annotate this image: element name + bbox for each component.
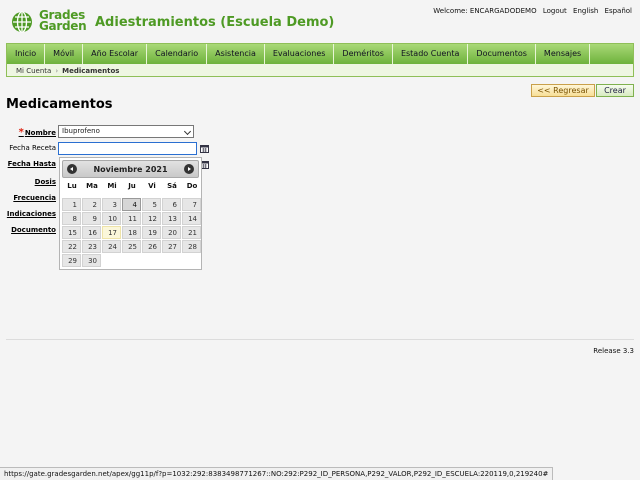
indicaciones-label[interactable]: Indicaciones	[7, 210, 56, 218]
weekday-header: Mi	[107, 182, 117, 190]
datepicker-day[interactable]: 30	[82, 254, 101, 267]
weekday-header: Lu	[67, 182, 77, 190]
back-button[interactable]: << Regresar	[531, 84, 595, 97]
release-label: Release 3.3	[593, 347, 634, 355]
datepicker-day[interactable]: 3	[102, 198, 121, 211]
datepicker-day[interactable]: 8	[62, 212, 81, 225]
datepicker-day[interactable]: 9	[82, 212, 101, 225]
datepicker-day[interactable]: 25	[122, 240, 141, 253]
datepicker-day[interactable]: 4	[122, 198, 141, 211]
weekday-header: Sá	[167, 182, 177, 190]
nav-tab-evaluaciones[interactable]: Evaluaciones	[265, 44, 335, 64]
datepicker-day[interactable]: 18	[122, 226, 141, 239]
logo-icon	[12, 11, 32, 33]
datepicker-day[interactable]: 26	[142, 240, 161, 253]
calendar-icon[interactable]	[200, 144, 209, 153]
frecuencia-label[interactable]: Frecuencia	[13, 194, 56, 202]
datepicker-day[interactable]: 2	[82, 198, 101, 211]
nombre-select[interactable]: Ibuprofeno	[58, 125, 194, 138]
datepicker-day[interactable]: 15	[62, 226, 81, 239]
datepicker-day[interactable]: 17	[102, 226, 121, 239]
datepicker-day[interactable]: 22	[62, 240, 81, 253]
breadcrumb-parent[interactable]: Mi Cuenta	[16, 67, 51, 75]
datepicker-day[interactable]: 19	[142, 226, 161, 239]
datepicker-days: 1 2 3 4 5 6 7 8 9 10 11 12 13 14 15 16 17 18 19 20 21 22 23 24 2…	[62, 198, 202, 268]
nombre-label-text: Nombre	[24, 129, 56, 137]
datepicker-header: Noviembre 2021	[62, 160, 199, 178]
weekday-header: Ju	[128, 182, 136, 190]
datepicker-day[interactable]: 24	[102, 240, 121, 253]
fecha-hasta-label[interactable]: Fecha Hasta	[8, 160, 56, 168]
fecha-receta-label: Fecha Receta	[9, 144, 56, 152]
nav-tab-estado-cuenta[interactable]: Estado Cuenta	[393, 44, 469, 64]
required-mark: *	[18, 127, 24, 138]
english-link[interactable]: English	[573, 7, 598, 15]
datepicker-day[interactable]: 10	[102, 212, 121, 225]
datepicker-day[interactable]: 1	[62, 198, 81, 211]
datepicker-day[interactable]: 5	[142, 198, 161, 211]
logout-link[interactable]: Logout	[543, 7, 567, 15]
nav-tab-inicio[interactable]: Inicio	[7, 44, 46, 64]
nav-tab-calendario[interactable]: Calendario	[147, 44, 208, 64]
nav-tab-movil[interactable]: Móvil	[45, 44, 84, 64]
weekday-header: Ma	[86, 182, 98, 190]
nav-tab-mensajes[interactable]: Mensajes	[536, 44, 591, 64]
dosis-label[interactable]: Dosis	[35, 178, 56, 186]
nav-tab-documentos[interactable]: Documentos	[468, 44, 536, 64]
welcome-text: Welcome: ENCARGADODEMO	[433, 7, 537, 15]
datepicker-day[interactable]: 14	[182, 212, 201, 225]
top-links: Welcome: ENCARGADODEMO Logout English Es…	[429, 7, 632, 15]
datepicker-day[interactable]: 23	[82, 240, 101, 253]
logo-line-2: Garden	[39, 19, 87, 33]
datepicker: Noviembre 2021 Lu Ma Mi Ju Vi Sá Do 1234567891…	[59, 157, 202, 270]
nav-tab-demeritos[interactable]: Deméritos	[334, 44, 393, 64]
spanish-link[interactable]: Español	[605, 7, 632, 15]
datepicker-weekdays: Lu Ma Mi Ju Vi Sá Do	[62, 182, 202, 194]
datepicker-title: Noviembre 2021	[93, 165, 168, 174]
fecha-receta-input[interactable]	[58, 142, 197, 155]
next-month-icon[interactable]	[184, 164, 194, 174]
datepicker-day[interactable]: 20	[162, 226, 181, 239]
page-title: Medicamentos	[6, 97, 113, 112]
app-title: Adiestramientos (Escuela Demo)	[95, 15, 335, 30]
datepicker-day[interactable]: 13	[162, 212, 181, 225]
main-nav: Inicio Móvil Año Escolar Calendario Asis…	[6, 43, 634, 77]
nombre-select-value: Ibuprofeno	[62, 127, 100, 135]
grades-garden-logo[interactable]: Grades Garden	[9, 9, 89, 34]
datepicker-day[interactable]: 21	[182, 226, 201, 239]
datepicker-day[interactable]: 7	[182, 198, 201, 211]
datepicker-day[interactable]: 11	[122, 212, 141, 225]
datepicker-day[interactable]: 29	[62, 254, 81, 267]
datepicker-day[interactable]: 28	[182, 240, 201, 253]
datepicker-day[interactable]: 16	[82, 226, 101, 239]
nombre-label: *Nombre	[19, 127, 56, 138]
create-button[interactable]: Crear	[596, 84, 634, 97]
chevron-down-icon	[183, 127, 192, 136]
breadcrumb: Mi Cuenta › Medicamentos	[16, 67, 119, 75]
documento-label[interactable]: Documento	[11, 226, 56, 234]
datepicker-day[interactable]: 6	[162, 198, 181, 211]
breadcrumb-separator: ›	[55, 67, 59, 75]
weekday-header: Do	[186, 182, 198, 190]
weekday-header: Vi	[148, 182, 156, 190]
datepicker-day[interactable]: 27	[162, 240, 181, 253]
breadcrumb-current: Medicamentos	[62, 67, 120, 75]
nav-tab-asistencia[interactable]: Asistencia	[207, 44, 265, 64]
nav-tabs: Inicio Móvil Año Escolar Calendario Asis…	[7, 44, 633, 64]
status-bar-url: https://gate.gradesgarden.net/apex/gg11p…	[0, 467, 554, 480]
nav-tab-ano-escolar[interactable]: Año Escolar	[83, 44, 148, 64]
datepicker-day[interactable]: 12	[142, 212, 161, 225]
footer-divider	[6, 339, 634, 340]
